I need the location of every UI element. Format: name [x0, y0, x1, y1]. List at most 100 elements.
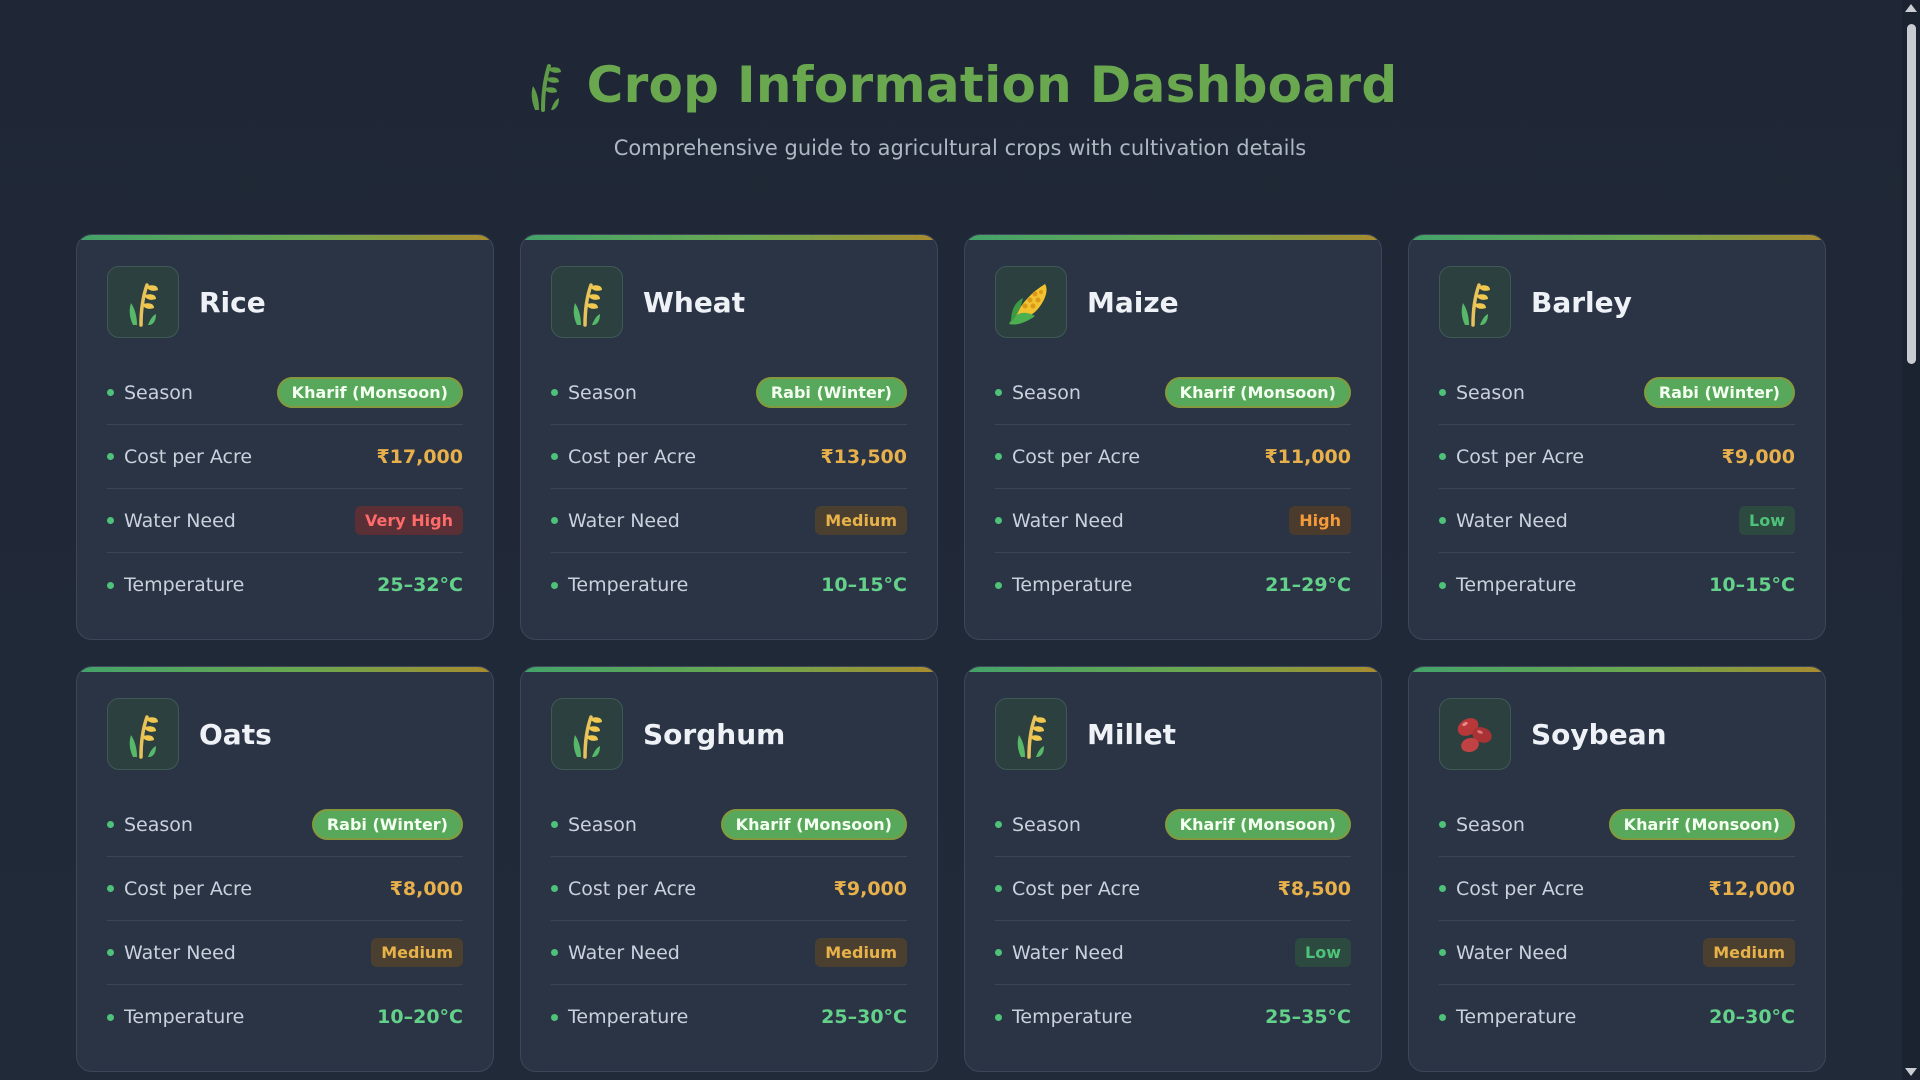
page-subtitle: Comprehensive guide to agricultural crop… [613, 136, 1307, 160]
season-row: Season Rabi (Winter) [107, 793, 463, 857]
water-label: Water Need [1456, 941, 1568, 964]
card-header: Barley [1439, 265, 1795, 339]
crop-card-soybean[interactable]: Soybean Season Kharif (Monsoon) Cost per… [1408, 666, 1826, 1072]
crop-name: Oats [199, 717, 272, 751]
water-row: Water Need Low [1439, 489, 1795, 553]
wheat-icon [551, 698, 623, 770]
temperature-row: Temperature 10–20°C [107, 985, 463, 1049]
bullet-dot-icon [1439, 885, 1446, 892]
bullet-dot-icon [551, 1013, 558, 1021]
scrollbar[interactable] [1902, 0, 1920, 1080]
crop-card-oats[interactable]: Oats Season Rabi (Winter) Cost per Acre … [76, 666, 494, 1072]
scroll-down-arrow-icon[interactable] [1905, 1068, 1917, 1076]
bullet-dot-icon [995, 581, 1002, 589]
cost-value: ₹8,000 [389, 877, 463, 900]
bullet-dot-icon [551, 453, 558, 460]
temperature-value: 10–20°C [377, 1006, 463, 1028]
dashboard-page: Crop Information Dashboard Comprehensive… [0, 0, 1920, 1080]
page-title: Crop Information Dashboard [586, 56, 1398, 114]
temperature-row: Temperature 25–35°C [995, 985, 1351, 1049]
temperature-label: Temperature [1012, 1006, 1133, 1028]
crop-name: Wheat [643, 285, 746, 319]
water-need-badge: Low [1739, 506, 1795, 535]
card-header: Millet [995, 697, 1351, 771]
crop-card-millet[interactable]: Millet Season Kharif (Monsoon) Cost per … [964, 666, 1382, 1072]
bullet-dot-icon [995, 453, 1002, 460]
bullet-dot-icon [1439, 389, 1446, 396]
water-need-badge: Medium [815, 938, 907, 967]
bullet-dot-icon [107, 821, 114, 828]
scroll-up-arrow-icon[interactable] [1905, 4, 1917, 12]
bullet-dot-icon [995, 1013, 1002, 1021]
crop-name: Barley [1531, 285, 1632, 319]
water-row: Water Need Low [995, 921, 1351, 985]
season-row: Season Rabi (Winter) [1439, 361, 1795, 425]
temperature-row: Temperature 20–30°C [1439, 985, 1795, 1049]
temperature-label: Temperature [568, 574, 689, 596]
bullet-dot-icon [551, 885, 558, 892]
crop-grid: Rice Season Kharif (Monsoon) Cost per Ac… [76, 234, 1826, 1072]
season-row: Season Kharif (Monsoon) [1439, 793, 1795, 857]
cost-value: ₹12,000 [1708, 877, 1795, 900]
temperature-label: Temperature [1456, 1006, 1577, 1028]
season-badge: Kharif (Monsoon) [720, 809, 907, 840]
water-need-badge: Low [1295, 938, 1351, 967]
temperature-value: 10–15°C [1709, 574, 1795, 596]
cost-label: Cost per Acre [124, 445, 253, 468]
temperature-label: Temperature [1456, 574, 1577, 596]
bullet-dot-icon [107, 1013, 114, 1021]
season-badge: Kharif (Monsoon) [276, 377, 463, 408]
card-header: Wheat [551, 265, 907, 339]
cost-row: Cost per Acre ₹9,000 [1439, 425, 1795, 489]
temperature-row: Temperature 10–15°C [551, 553, 907, 617]
bullet-dot-icon [107, 885, 114, 892]
season-badge: Rabi (Winter) [1643, 377, 1795, 408]
bullet-dot-icon [551, 517, 558, 524]
bullet-dot-icon [551, 949, 558, 956]
temperature-value: 25–35°C [1265, 1006, 1351, 1028]
crop-card-wheat[interactable]: Wheat Season Rabi (Winter) Cost per Acre… [520, 234, 938, 640]
cost-label: Cost per Acre [568, 445, 697, 468]
season-label: Season [568, 381, 637, 404]
season-badge: Kharif (Monsoon) [1164, 809, 1351, 840]
season-label: Season [1456, 813, 1525, 836]
cost-value: ₹9,000 [833, 877, 907, 900]
water-label: Water Need [568, 509, 680, 532]
bullet-dot-icon [551, 389, 558, 396]
beans-icon [1439, 698, 1511, 770]
season-label: Season [124, 381, 193, 404]
crop-card-barley[interactable]: Barley Season Rabi (Winter) Cost per Acr… [1408, 234, 1826, 640]
wheat-icon [551, 266, 623, 338]
wheat-icon [523, 58, 567, 112]
bullet-dot-icon [107, 453, 114, 460]
cost-label: Cost per Acre [1012, 877, 1141, 900]
cost-label: Cost per Acre [124, 877, 253, 900]
bullet-dot-icon [1439, 821, 1446, 828]
water-need-badge: Very High [355, 506, 463, 535]
water-label: Water Need [124, 941, 236, 964]
bullet-dot-icon [107, 949, 114, 956]
water-need-badge: Medium [371, 938, 463, 967]
cost-value: ₹17,000 [376, 445, 463, 468]
wheat-icon [1439, 266, 1511, 338]
cost-row: Cost per Acre ₹8,000 [107, 857, 463, 921]
water-row: Water Need Medium [107, 921, 463, 985]
crop-card-sorghum[interactable]: Sorghum Season Kharif (Monsoon) Cost per… [520, 666, 938, 1072]
bullet-dot-icon [1439, 453, 1446, 460]
bullet-dot-icon [995, 821, 1002, 828]
temperature-value: 10–15°C [821, 574, 907, 596]
cost-value: ₹13,500 [820, 445, 907, 468]
bullet-dot-icon [995, 949, 1002, 956]
card-header: Soybean [1439, 697, 1795, 771]
page-header: Crop Information Dashboard Comprehensive… [0, 0, 1920, 160]
water-label: Water Need [568, 941, 680, 964]
water-label: Water Need [1456, 509, 1568, 532]
bullet-dot-icon [995, 517, 1002, 524]
title-row: Crop Information Dashboard [0, 52, 1920, 118]
crop-card-rice[interactable]: Rice Season Kharif (Monsoon) Cost per Ac… [76, 234, 494, 640]
water-need-badge: Medium [1703, 938, 1795, 967]
scroll-thumb[interactable] [1907, 24, 1916, 364]
crop-card-maize[interactable]: Maize Season Kharif (Monsoon) Cost per A… [964, 234, 1382, 640]
season-label: Season [568, 813, 637, 836]
bullet-dot-icon [995, 885, 1002, 892]
